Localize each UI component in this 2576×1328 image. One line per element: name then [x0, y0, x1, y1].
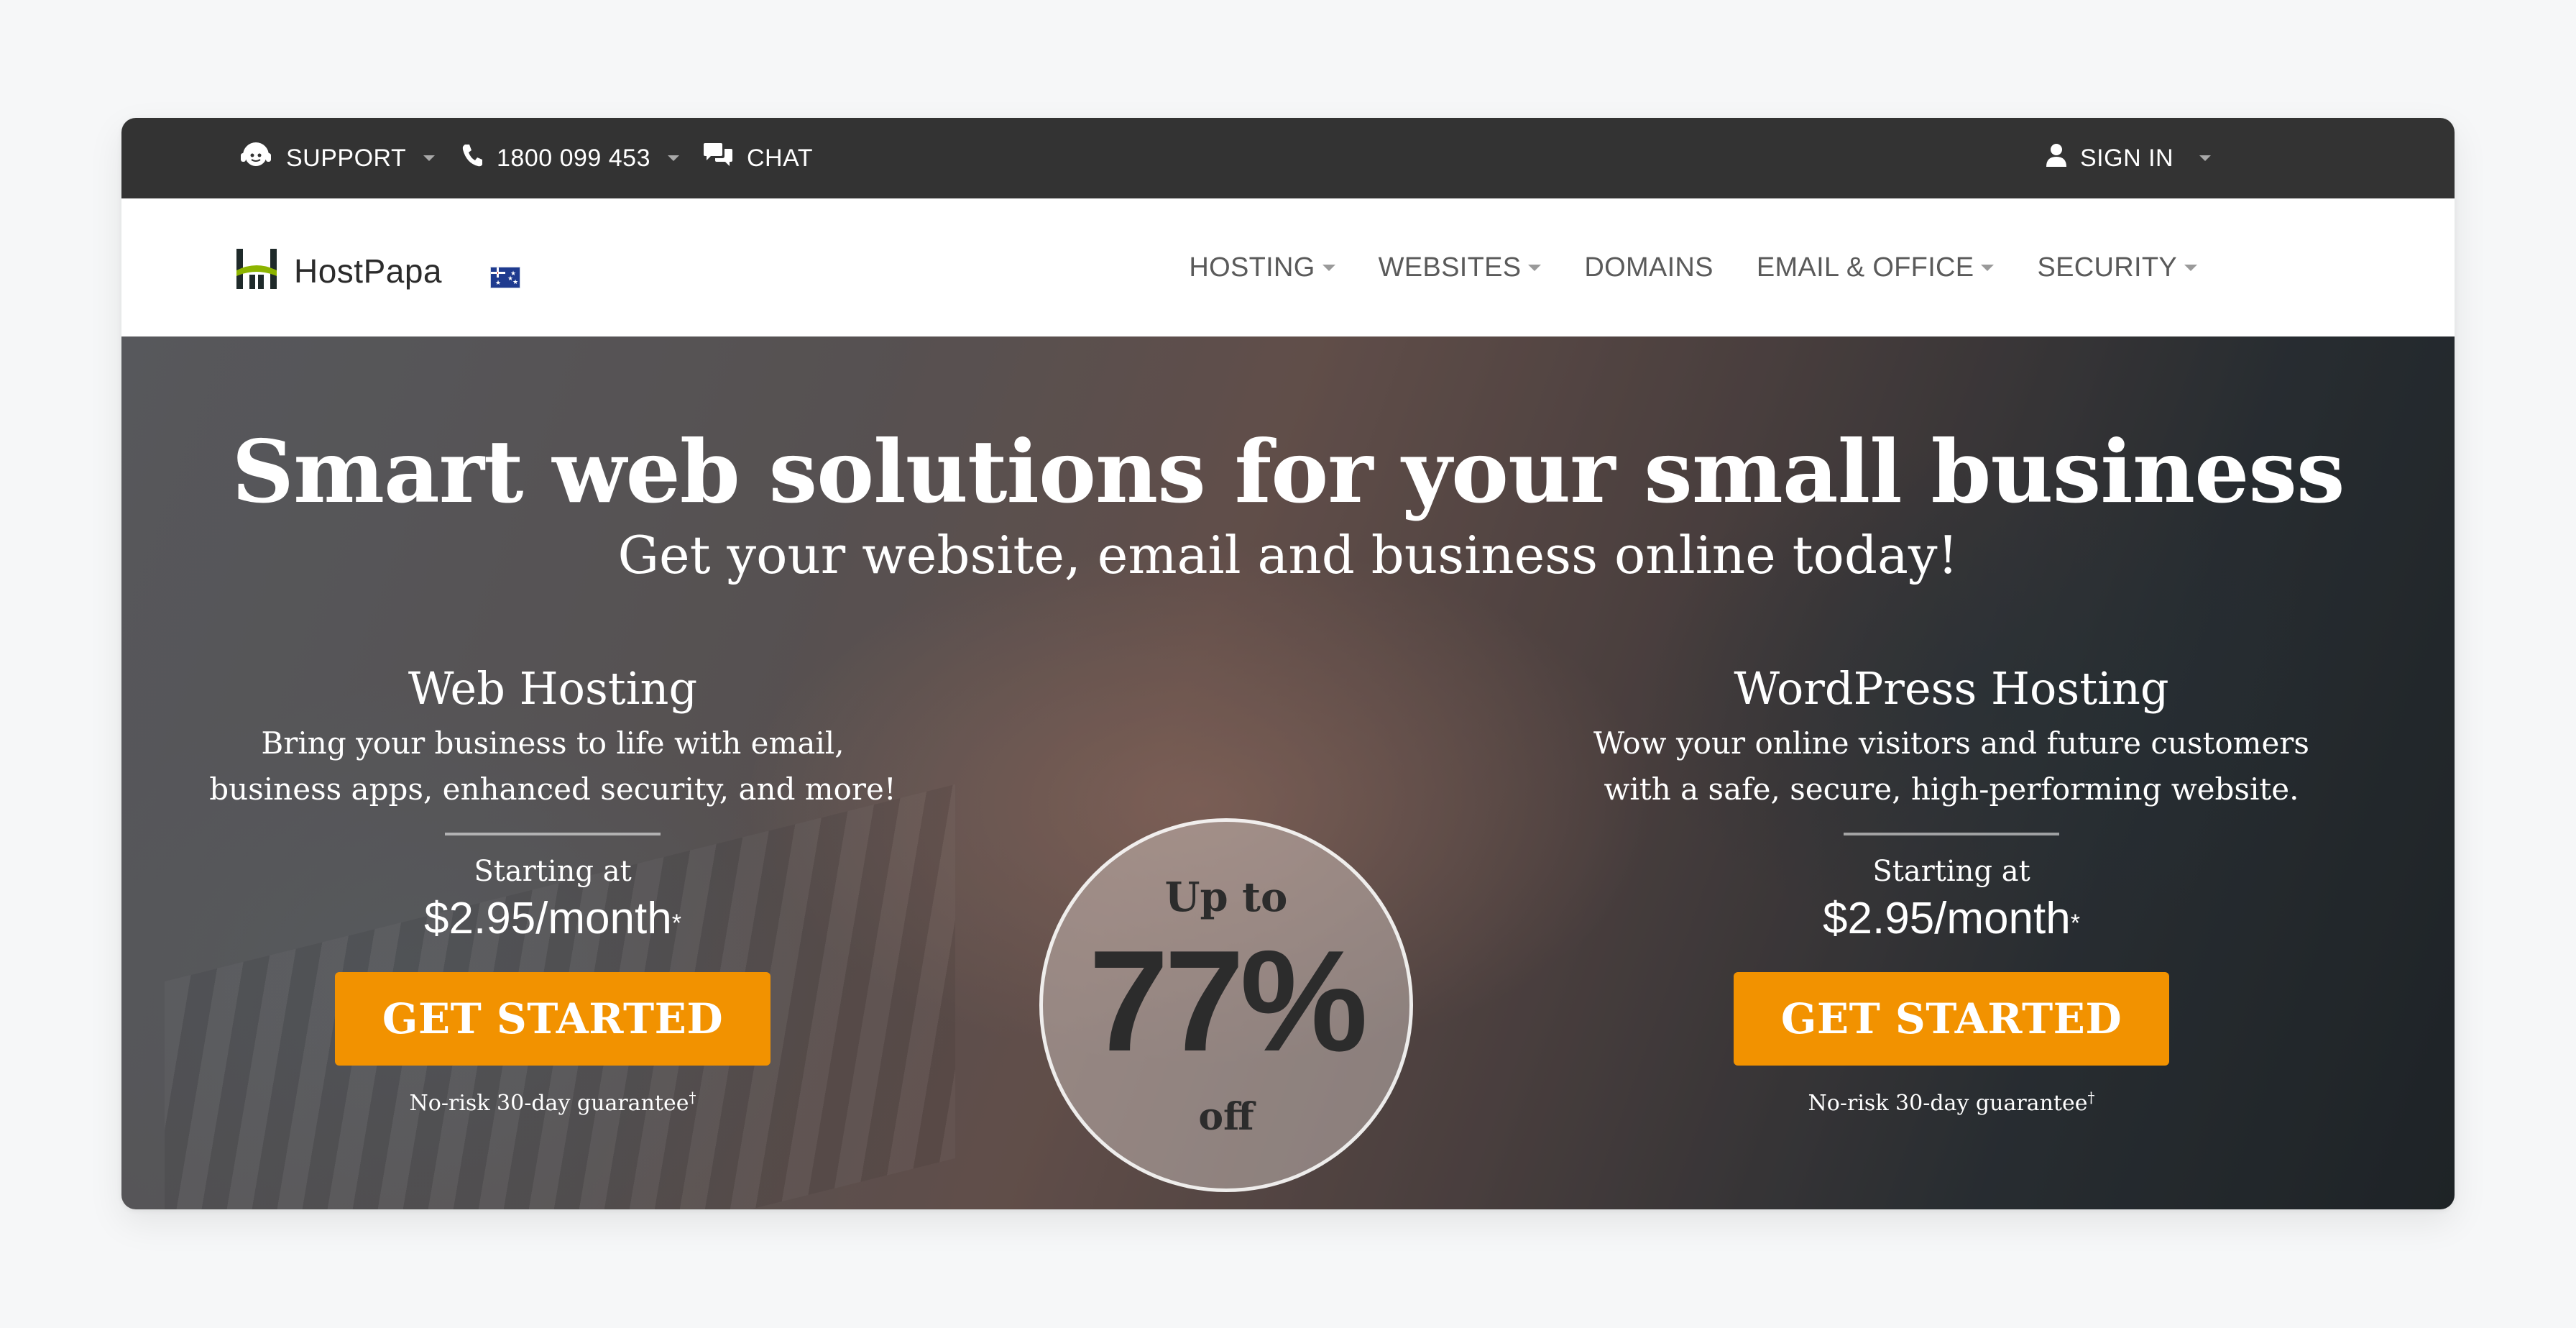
user-icon [2046, 142, 2067, 175]
plan-divider [1844, 833, 2059, 835]
chat-bubbles-icon [702, 142, 734, 175]
guarantee-mark: † [2087, 1089, 2095, 1106]
plan-description: Wow your online visitors and future cust… [1593, 725, 2309, 807]
chevron-down-icon [423, 155, 436, 161]
plan-price-value: $2.95/month [1823, 894, 2071, 943]
support-agent-icon [239, 139, 273, 178]
badge-bottom-text: off [1198, 1095, 1254, 1139]
plan-price-value: $2.95/month [424, 894, 672, 943]
chevron-down-icon [667, 155, 679, 161]
chat-link[interactable]: CHAT [702, 118, 813, 198]
logo-wordmark: HostPapa [294, 252, 443, 290]
hero-title: Smart web solutions for your small busin… [231, 421, 2345, 523]
plan-description: Bring your business to life with email, … [209, 725, 896, 807]
nav-security[interactable]: SECURITY [2037, 252, 2197, 283]
chevron-down-icon [2199, 155, 2212, 161]
badge-percent: 77% [1088, 921, 1368, 1081]
plan-divider [445, 833, 661, 835]
plan-starting-label: Starting at [474, 855, 632, 888]
plan-starting-label: Starting at [1872, 855, 2030, 888]
get-started-button[interactable]: GET STARTED [335, 972, 770, 1066]
support-menu[interactable]: SUPPORT [239, 118, 436, 198]
nav-websites-label: WEBSITES [1378, 252, 1522, 283]
plan-price: $2.95/month* [193, 890, 912, 948]
badge-top-text: Up to [1164, 874, 1288, 921]
guarantee-text: No-risk 30-day guarantee [1808, 1091, 2088, 1116]
guarantee-text: No-risk 30-day guarantee [409, 1091, 689, 1116]
chat-label: CHAT [747, 144, 814, 172]
plan-wordpress-hosting: WordPress Hosting Wow your online visito… [1592, 660, 2311, 1116]
discount-badge: Up to 77% off [1039, 818, 1413, 1192]
plan-price-mark: * [2070, 910, 2080, 937]
main-header: HostPapa ★ ★ ★ ★ HOSTING WEBSITES DOMAIN… [121, 198, 2455, 338]
phone-menu[interactable]: 1800 099 453 [461, 118, 679, 198]
nav-domains[interactable]: DOMAINS [1584, 252, 1713, 283]
nav-hosting-label: HOSTING [1189, 252, 1315, 283]
guarantee-note: No-risk 30-day guarantee† [1592, 1089, 2311, 1116]
phone-icon [461, 143, 484, 174]
nav-email-office[interactable]: EMAIL & OFFICE [1757, 252, 1995, 283]
plan-price: $2.95/month* [1592, 890, 2311, 948]
main-nav: HOSTING WEBSITES DOMAINS EMAIL & OFFICE … [1189, 198, 2197, 336]
plan-title: Web Hosting [408, 662, 698, 715]
chevron-down-icon [2184, 264, 2197, 271]
nav-websites[interactable]: WEBSITES [1379, 252, 1542, 283]
hero-section: Smart web solutions for your small busin… [121, 336, 2455, 1209]
chevron-down-icon [1981, 264, 1995, 271]
nav-email-office-label: EMAIL & OFFICE [1756, 252, 1974, 283]
nav-domains-label: DOMAINS [1584, 252, 1714, 283]
australia-flag-icon[interactable]: ★ ★ ★ ★ [490, 267, 520, 288]
hostpapa-logo[interactable]: HostPapa [234, 249, 442, 293]
guarantee-note: No-risk 30-day guarantee† [193, 1089, 912, 1116]
sign-in-menu[interactable]: SIGN IN [2046, 118, 2212, 198]
chevron-down-icon [1528, 264, 1542, 271]
sign-in-label: SIGN IN [2080, 144, 2174, 172]
nav-security-label: SECURITY [2037, 252, 2177, 283]
nav-hosting[interactable]: HOSTING [1189, 252, 1335, 283]
chevron-down-icon [1322, 264, 1335, 271]
utility-bar: SUPPORT 1800 099 453 CHAT SIGN IN [121, 118, 2455, 198]
guarantee-mark: † [689, 1089, 696, 1106]
phone-label: 1800 099 453 [497, 144, 650, 172]
plan-web-hosting: Web Hosting Bring your business to life … [193, 660, 912, 1116]
hostpapa-logo-icon [234, 249, 280, 293]
get-started-button[interactable]: GET STARTED [1734, 972, 2169, 1066]
support-label: SUPPORT [286, 144, 407, 172]
plan-price-mark: * [671, 910, 681, 937]
plan-title: WordPress Hosting [1734, 662, 2169, 715]
hero-subtitle: Get your website, email and business onl… [617, 525, 1959, 585]
page-frame: SUPPORT 1800 099 453 CHAT SIGN IN HostPa… [121, 118, 2455, 1209]
